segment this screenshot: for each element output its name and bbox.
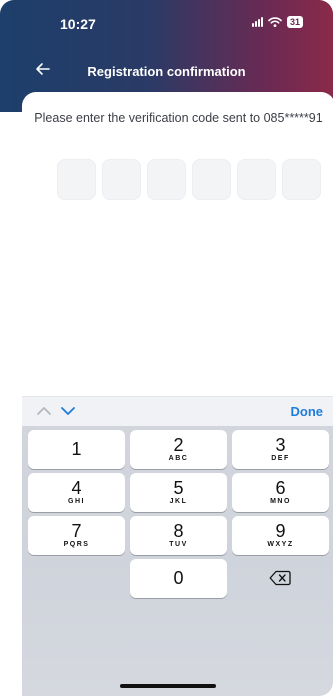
key-letters: JKL (169, 498, 188, 505)
nav-bar: Registration confirmation (0, 56, 333, 86)
key-1[interactable]: 1 (28, 430, 125, 469)
key-4[interactable]: 4 GHI (28, 473, 125, 512)
verification-prompt: Please enter the verification code sent … (34, 111, 323, 125)
key-number: 5 (173, 478, 184, 498)
key-number: 3 (275, 435, 286, 455)
numeric-keyboard: 1 2 ABC 3 DEF 4 GHI 5 JKL 6 MNO 7 PQRS 8 (22, 426, 333, 696)
key-letters: MNO (270, 498, 291, 505)
key-number: 7 (71, 521, 82, 541)
key-8[interactable]: 8 TUV (130, 516, 227, 555)
key-letters: PQRS (63, 541, 90, 548)
key-9[interactable]: 9 WXYZ (232, 516, 329, 555)
page-title: Registration confirmation (87, 64, 246, 79)
status-time: 10:27 (60, 16, 96, 32)
battery-icon: 31 (286, 16, 303, 28)
key-number: 9 (275, 521, 286, 541)
key-number: 1 (71, 439, 82, 459)
key-3[interactable]: 3 DEF (232, 430, 329, 469)
code-digit-box[interactable] (192, 159, 231, 200)
delete-key[interactable] (232, 559, 329, 598)
key-letters: ABC (168, 455, 189, 462)
code-digit-box[interactable] (57, 159, 96, 200)
key-letters: GHI (68, 498, 85, 505)
chevron-down-icon[interactable] (60, 405, 76, 417)
key-0[interactable]: 0 (130, 559, 227, 598)
key-letters: TUV (169, 541, 188, 548)
key-number: 2 (173, 435, 184, 455)
code-digit-box[interactable] (237, 159, 276, 200)
key-6[interactable]: 6 MNO (232, 473, 329, 512)
status-icons: 31 (251, 16, 303, 28)
key-number: 6 (275, 478, 286, 498)
code-digit-box[interactable] (147, 159, 186, 200)
chevron-up-icon[interactable] (36, 405, 52, 417)
key-5[interactable]: 5 JKL (130, 473, 227, 512)
screen: 10:27 31 Registration confirmation Pleas… (0, 0, 333, 696)
status-bar: 10:27 31 (0, 0, 333, 50)
verification-code-input[interactable] (57, 159, 321, 200)
keyboard-accessory-bar: Done (22, 396, 333, 426)
signal-icon (251, 17, 263, 27)
key-7[interactable]: 7 PQRS (28, 516, 125, 555)
key-letters: WXYZ (267, 541, 294, 548)
key-number: 4 (71, 478, 82, 498)
key-letters: DEF (271, 455, 290, 462)
backspace-icon (269, 570, 291, 586)
home-indicator (120, 684, 216, 688)
wifi-icon (268, 17, 282, 27)
done-button[interactable]: Done (291, 404, 324, 419)
key-number: 0 (173, 568, 184, 588)
key-2[interactable]: 2 ABC (130, 430, 227, 469)
code-digit-box[interactable] (102, 159, 141, 200)
code-digit-box[interactable] (282, 159, 321, 200)
key-number: 8 (173, 521, 184, 541)
